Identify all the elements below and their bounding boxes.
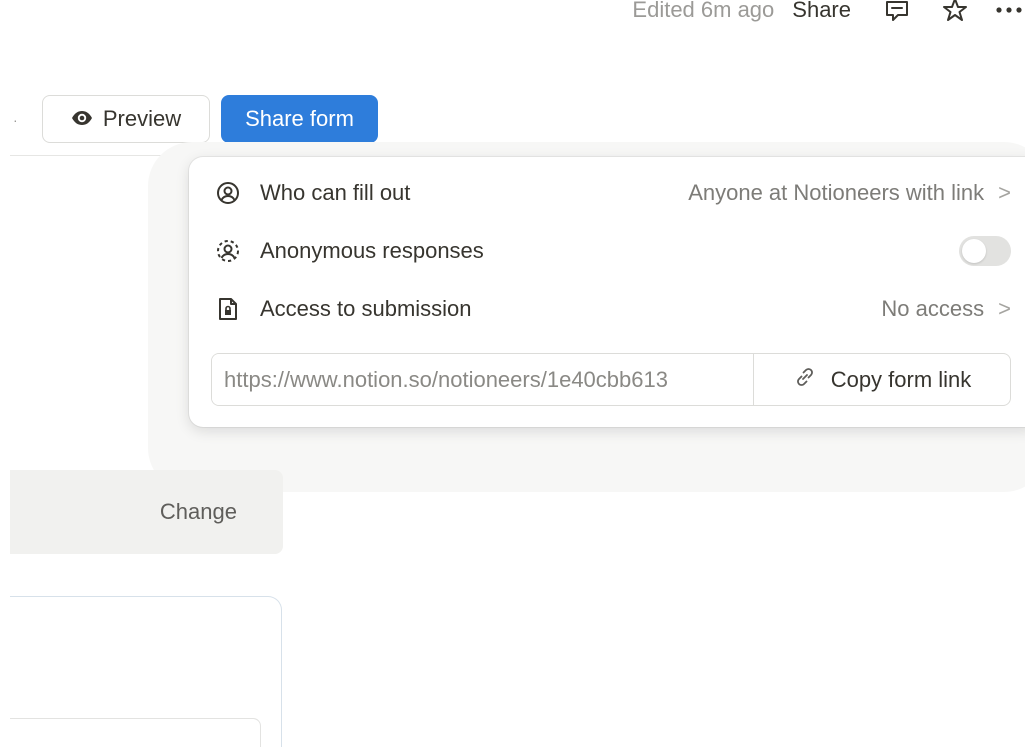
copy-form-link-button[interactable]: Copy form link	[754, 354, 1010, 405]
locked-file-icon	[215, 296, 241, 322]
preview-label: Preview	[102, 106, 182, 131]
anonymous-responses-row: Anonymous responses	[189, 222, 1011, 280]
chevron-right-icon: >	[998, 180, 1011, 205]
share-button[interactable]: Share	[792, 0, 851, 23]
form-answer-field[interactable]	[10, 718, 261, 747]
anonymous-responses-toggle[interactable]	[959, 236, 1011, 266]
eye-icon	[71, 106, 93, 132]
more-icon[interactable]	[993, 0, 1025, 26]
anonymous-person-icon	[215, 238, 241, 264]
share-form-popover: Who can fill out Anyone at Notioneers wi…	[189, 157, 1025, 427]
access-to-submission-value[interactable]: No access >	[881, 296, 1011, 322]
access-to-submission-row[interactable]: Access to submission No access >	[189, 280, 1011, 338]
share-form-label: Share form	[245, 106, 354, 131]
edited-timestamp: Edited 6m ago	[632, 0, 775, 22]
toolbar-separator: ·	[13, 112, 18, 128]
top-bar: Edited 6m ago Share	[632, 0, 1025, 32]
form-link-url-field[interactable]: https://www.notion.so/notioneers/1e40cbb…	[212, 354, 754, 405]
anonymous-responses-label: Anonymous responses	[260, 238, 484, 263]
who-can-fill-out-label: Who can fill out	[260, 180, 411, 205]
person-circle-icon	[215, 180, 241, 206]
copy-form-link-label: Copy form link	[830, 366, 972, 392]
form-link-box: https://www.notion.so/notioneers/1e40cbb…	[211, 353, 1011, 406]
who-can-fill-out-row[interactable]: Who can fill out Anyone at Notioneers wi…	[189, 164, 1011, 222]
comment-icon[interactable]	[881, 0, 913, 26]
share-form-button[interactable]: Share form	[221, 95, 378, 143]
access-to-submission-selection: No access	[881, 296, 985, 321]
cover-change-bar[interactable]: Change	[10, 470, 283, 554]
toggle-knob	[962, 239, 986, 263]
star-icon[interactable]	[939, 0, 971, 26]
form-editor-page: Edited 6m ago Share · Preview Share form…	[0, 0, 1025, 747]
access-to-submission-label: Access to submission	[260, 296, 472, 321]
who-can-fill-out-value[interactable]: Anyone at Notioneers with link >	[688, 180, 1011, 206]
change-button[interactable]: Change	[160, 499, 237, 525]
preview-button[interactable]: Preview	[42, 95, 210, 143]
link-icon	[793, 365, 817, 395]
chevron-right-icon: >	[998, 296, 1011, 321]
who-can-fill-out-selection: Anyone at Notioneers with link	[688, 180, 985, 205]
